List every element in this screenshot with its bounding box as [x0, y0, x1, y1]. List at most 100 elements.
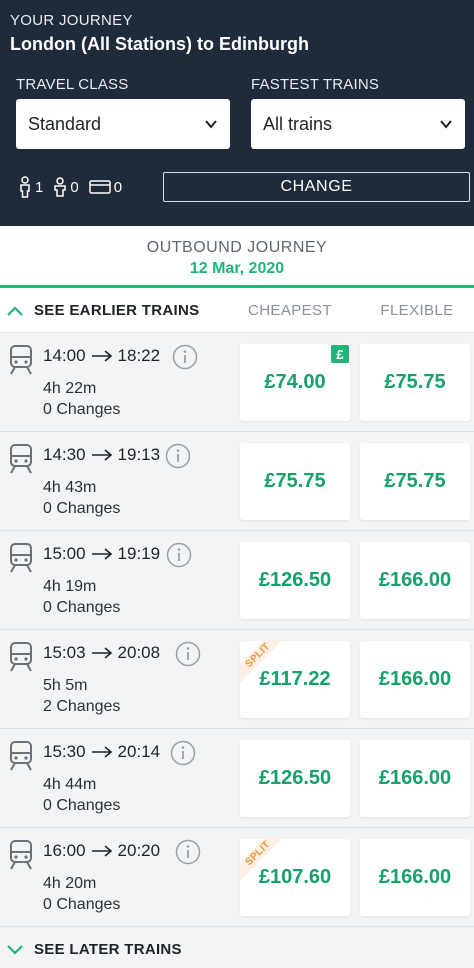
journey-changes: 0 Changes: [43, 500, 121, 517]
info-icon[interactable]: [175, 641, 201, 667]
railcards-count: 0: [88, 179, 122, 196]
adults-count: 1: [18, 176, 43, 198]
journey-changes: 0 Changes: [43, 401, 121, 418]
filter-selects: TRAVEL CLASS Standard FASTEST TRAINS All…: [16, 76, 465, 152]
travel-class-select[interactable]: Standard: [16, 99, 230, 149]
cheapest-price: £75.75: [264, 470, 326, 492]
chevron-up-icon: [7, 305, 23, 316]
cheapest-fare-button[interactable]: £126.50: [240, 542, 350, 619]
cheapest-fare-button[interactable]: SPLIT £107.60: [240, 839, 350, 916]
see-later-label: SEE LATER TRAINS: [34, 940, 182, 958]
cheapest-fare-button[interactable]: £126.50: [240, 740, 350, 817]
see-earlier-label: SEE EARLIER TRAINS: [34, 302, 200, 319]
travel-class-label: TRAVEL CLASS: [16, 76, 129, 93]
cheapest-fare-button[interactable]: SPLIT £117.22: [240, 641, 350, 718]
cheapest-price: £126.50: [258, 569, 332, 591]
flexible-price: £166.00: [378, 569, 452, 591]
train-icon: [10, 543, 32, 573]
passenger-summary: 1 0 0: [18, 172, 132, 202]
journey-duration: 4h 20m: [43, 875, 97, 892]
train-times: 14:00 18:22: [43, 346, 160, 366]
results-column-header: SEE EARLIER TRAINS CHEAPEST FLEXIBLE: [0, 288, 474, 333]
flexible-fare-button[interactable]: £166.00: [360, 542, 470, 619]
depart-time: 14:30: [43, 445, 86, 464]
outbound-journey-banner: OUTBOUND JOURNEY 12 Mar, 2020: [0, 226, 474, 288]
fastest-trains-group: FASTEST TRAINS All trains: [251, 76, 465, 149]
arrive-time: 20:14: [117, 742, 161, 761]
children-count: 0: [53, 177, 79, 197]
arrow-right-icon: [91, 350, 112, 362]
flexible-price: £166.00: [378, 866, 452, 888]
arrow-right-icon: [91, 548, 112, 560]
see-later-trains-link[interactable]: SEE LATER TRAINS: [6, 930, 182, 968]
child-icon: [54, 177, 67, 197]
cheapest-column-label: CHEAPEST: [247, 302, 333, 319]
journey-duration: 4h 44m: [43, 776, 97, 793]
arrow-right-icon: [91, 647, 112, 659]
see-earlier-trains-link[interactable]: SEE EARLIER TRAINS: [6, 288, 199, 333]
info-icon[interactable]: [166, 542, 192, 568]
flexible-price: £166.00: [378, 767, 452, 789]
journey-header: YOUR JOURNEY London (All Stations) to Ed…: [0, 0, 474, 226]
cheapest-price: £107.60: [258, 866, 332, 888]
info-icon[interactable]: [165, 443, 191, 469]
flexible-price: £166.00: [378, 668, 452, 690]
journey-duration: 4h 22m: [43, 380, 97, 397]
cheapest-badge: £: [331, 345, 349, 363]
outbound-title: OUTBOUND JOURNEY: [146, 239, 328, 256]
flexible-fare-button[interactable]: £75.75: [360, 443, 470, 520]
train-row[interactable]: 16:00 20:20 4h 20m 0 Changes SPLIT £107.60 £16…: [0, 828, 474, 927]
depart-time: 15:00: [43, 544, 86, 563]
chevron-down-icon: [440, 120, 452, 129]
flexible-fare-button[interactable]: £166.00: [360, 641, 470, 718]
train-times: 15:30 20:14: [43, 742, 160, 762]
arrive-time: 20:20: [117, 841, 161, 860]
adults-value: 1: [35, 178, 44, 196]
train-row[interactable]: 14:00 18:22 4h 22m 0 Changes £ £74.00 £75.75: [0, 333, 474, 432]
info-icon[interactable]: [170, 740, 196, 766]
journey-changes: 0 Changes: [43, 797, 121, 814]
arrow-right-icon: [91, 845, 112, 857]
depart-time: 16:00: [43, 841, 86, 860]
arrow-right-icon: [91, 746, 112, 758]
arrow-right-icon: [91, 449, 112, 461]
chevron-down-icon: [205, 120, 217, 129]
depart-time: 15:30: [43, 742, 86, 761]
arrive-time: 20:08: [117, 643, 161, 662]
fastest-trains-select[interactable]: All trains: [251, 99, 465, 149]
flexible-fare-button[interactable]: £75.75: [360, 344, 470, 421]
journey-changes: 0 Changes: [43, 896, 121, 913]
chevron-down-icon: [7, 945, 23, 955]
flexible-fare-button[interactable]: £166.00: [360, 839, 470, 916]
train-row[interactable]: 14:30 19:13 4h 43m 0 Changes £75.75 £75.75: [0, 432, 474, 531]
train-list: 14:00 18:22 4h 22m 0 Changes £ £74.00 £75.75 14…: [0, 333, 474, 927]
train-times: 15:00 19:19: [43, 544, 160, 564]
flexible-fare-button[interactable]: £166.00: [360, 740, 470, 817]
train-icon: [10, 642, 32, 672]
flexible-column-label: FLEXIBLE: [380, 302, 454, 319]
flexible-price: £75.75: [384, 371, 446, 393]
person-icon: [20, 176, 30, 198]
depart-time: 15:03: [43, 643, 86, 662]
train-times: 16:00 20:20: [43, 841, 160, 861]
train-times: 14:30 19:13: [43, 445, 160, 465]
travel-class-value: Standard: [28, 113, 102, 134]
arrive-time: 19:19: [117, 544, 161, 563]
fastest-trains-label: FASTEST TRAINS: [251, 76, 380, 93]
cheapest-fare-button[interactable]: £ £74.00: [240, 344, 350, 421]
journey-duration: 4h 19m: [43, 578, 97, 595]
train-icon: [10, 741, 32, 771]
info-icon[interactable]: [172, 344, 198, 370]
journey-route: London (All Stations) to Edinburgh: [10, 34, 309, 54]
journey-label: YOUR JOURNEY: [10, 12, 133, 29]
cheapest-fare-button[interactable]: £75.75: [240, 443, 350, 520]
children-value: 0: [70, 178, 79, 196]
depart-time: 14:00: [43, 346, 86, 365]
change-button[interactable]: CHANGE: [163, 172, 470, 202]
arrive-time: 18:22: [117, 346, 161, 365]
outbound-date: 12 Mar, 2020: [189, 260, 285, 277]
train-row[interactable]: 15:03 20:08 5h 5m 2 Changes SPLIT £117.22 £166…: [0, 630, 474, 729]
train-row[interactable]: 15:30 20:14 4h 44m 0 Changes £126.50 £166.00: [0, 729, 474, 828]
train-row[interactable]: 15:00 19:19 4h 19m 0 Changes £126.50 £166.00: [0, 531, 474, 630]
info-icon[interactable]: [175, 839, 201, 865]
